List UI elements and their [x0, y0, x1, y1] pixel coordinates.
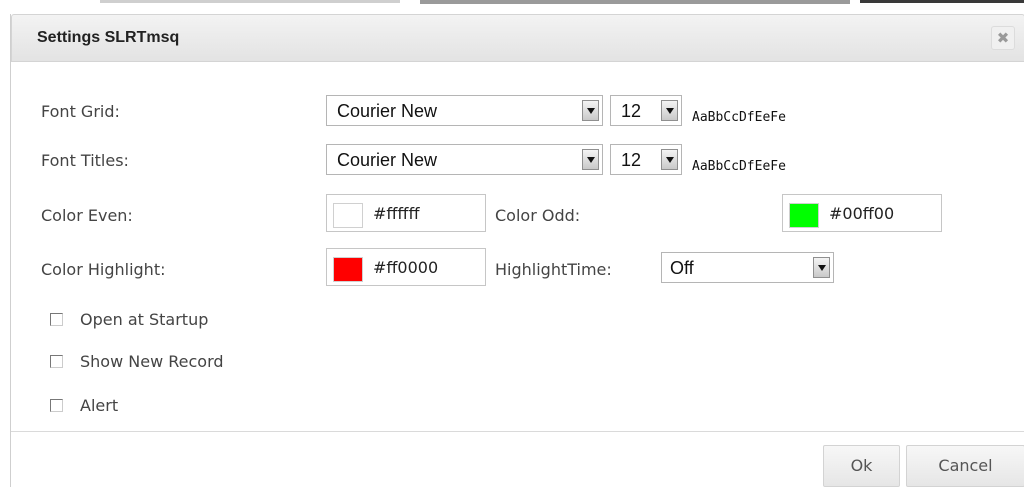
background-bar: [420, 0, 850, 4]
color-even-swatch: [333, 203, 363, 228]
font-grid-size-value: 12: [621, 101, 642, 121]
font-grid-label: Font Grid:: [41, 102, 120, 121]
color-highlight-value: #ff0000: [373, 258, 439, 277]
open-at-startup-label: Open at Startup: [80, 310, 209, 329]
font-titles-size-value: 12: [621, 150, 642, 170]
font-titles-sample: AaBbCcDfEeFe: [692, 159, 786, 174]
background-bar: [100, 0, 400, 3]
color-highlight-picker[interactable]: #ff0000: [326, 248, 486, 286]
highlight-time-value: Off: [670, 258, 694, 278]
highlight-time-select[interactable]: Off: [661, 252, 834, 283]
settings-dialog: Settings SLRTmsq ✖ Font Grid: Courier Ne…: [10, 14, 1024, 487]
font-titles-label: Font Titles:: [41, 151, 129, 170]
color-odd-picker[interactable]: #00ff00: [782, 194, 942, 232]
background-page-strip: [0, 0, 1024, 12]
font-grid-select[interactable]: Courier New: [326, 95, 603, 126]
color-even-picker[interactable]: #ffffff: [326, 194, 486, 232]
chevron-down-icon: [813, 257, 830, 278]
font-titles-select[interactable]: Courier New: [326, 144, 603, 175]
color-odd-label: Color Odd:: [495, 206, 581, 225]
font-grid-value: Courier New: [337, 101, 438, 121]
font-grid-sample: AaBbCcDfEeFe: [692, 110, 786, 125]
show-new-record-checkbox[interactable]: [50, 355, 63, 368]
color-odd-value: #00ff00: [829, 204, 895, 223]
color-highlight-label: Color Highlight:: [41, 260, 166, 279]
ok-button[interactable]: Ok: [823, 445, 900, 487]
alert-label: Alert: [80, 396, 119, 415]
chevron-down-icon: [661, 149, 678, 170]
dialog-titlebar[interactable]: Settings SLRTmsq ✖: [11, 14, 1024, 62]
chevron-down-icon: [582, 149, 599, 170]
chevron-down-icon: [582, 100, 599, 121]
color-even-label: Color Even:: [41, 206, 133, 225]
highlight-time-label: HighlightTime:: [495, 260, 612, 279]
cancel-button[interactable]: Cancel: [906, 445, 1024, 487]
color-highlight-swatch: [333, 257, 363, 282]
font-titles-value: Courier New: [337, 150, 438, 170]
close-icon[interactable]: ✖: [991, 26, 1015, 50]
footer-divider: [11, 431, 1024, 432]
dialog-title: Settings SLRTmsq: [37, 29, 180, 46]
open-at-startup-checkbox[interactable]: [50, 313, 63, 326]
background-bar: [860, 0, 1024, 3]
font-grid-size-select[interactable]: 12: [610, 95, 682, 126]
chevron-down-icon: [661, 100, 678, 121]
font-titles-size-select[interactable]: 12: [610, 144, 682, 175]
show-new-record-label: Show New Record: [80, 352, 224, 371]
alert-checkbox[interactable]: [50, 399, 63, 412]
color-odd-swatch: [789, 203, 819, 228]
color-even-value: #ffffff: [373, 204, 420, 223]
